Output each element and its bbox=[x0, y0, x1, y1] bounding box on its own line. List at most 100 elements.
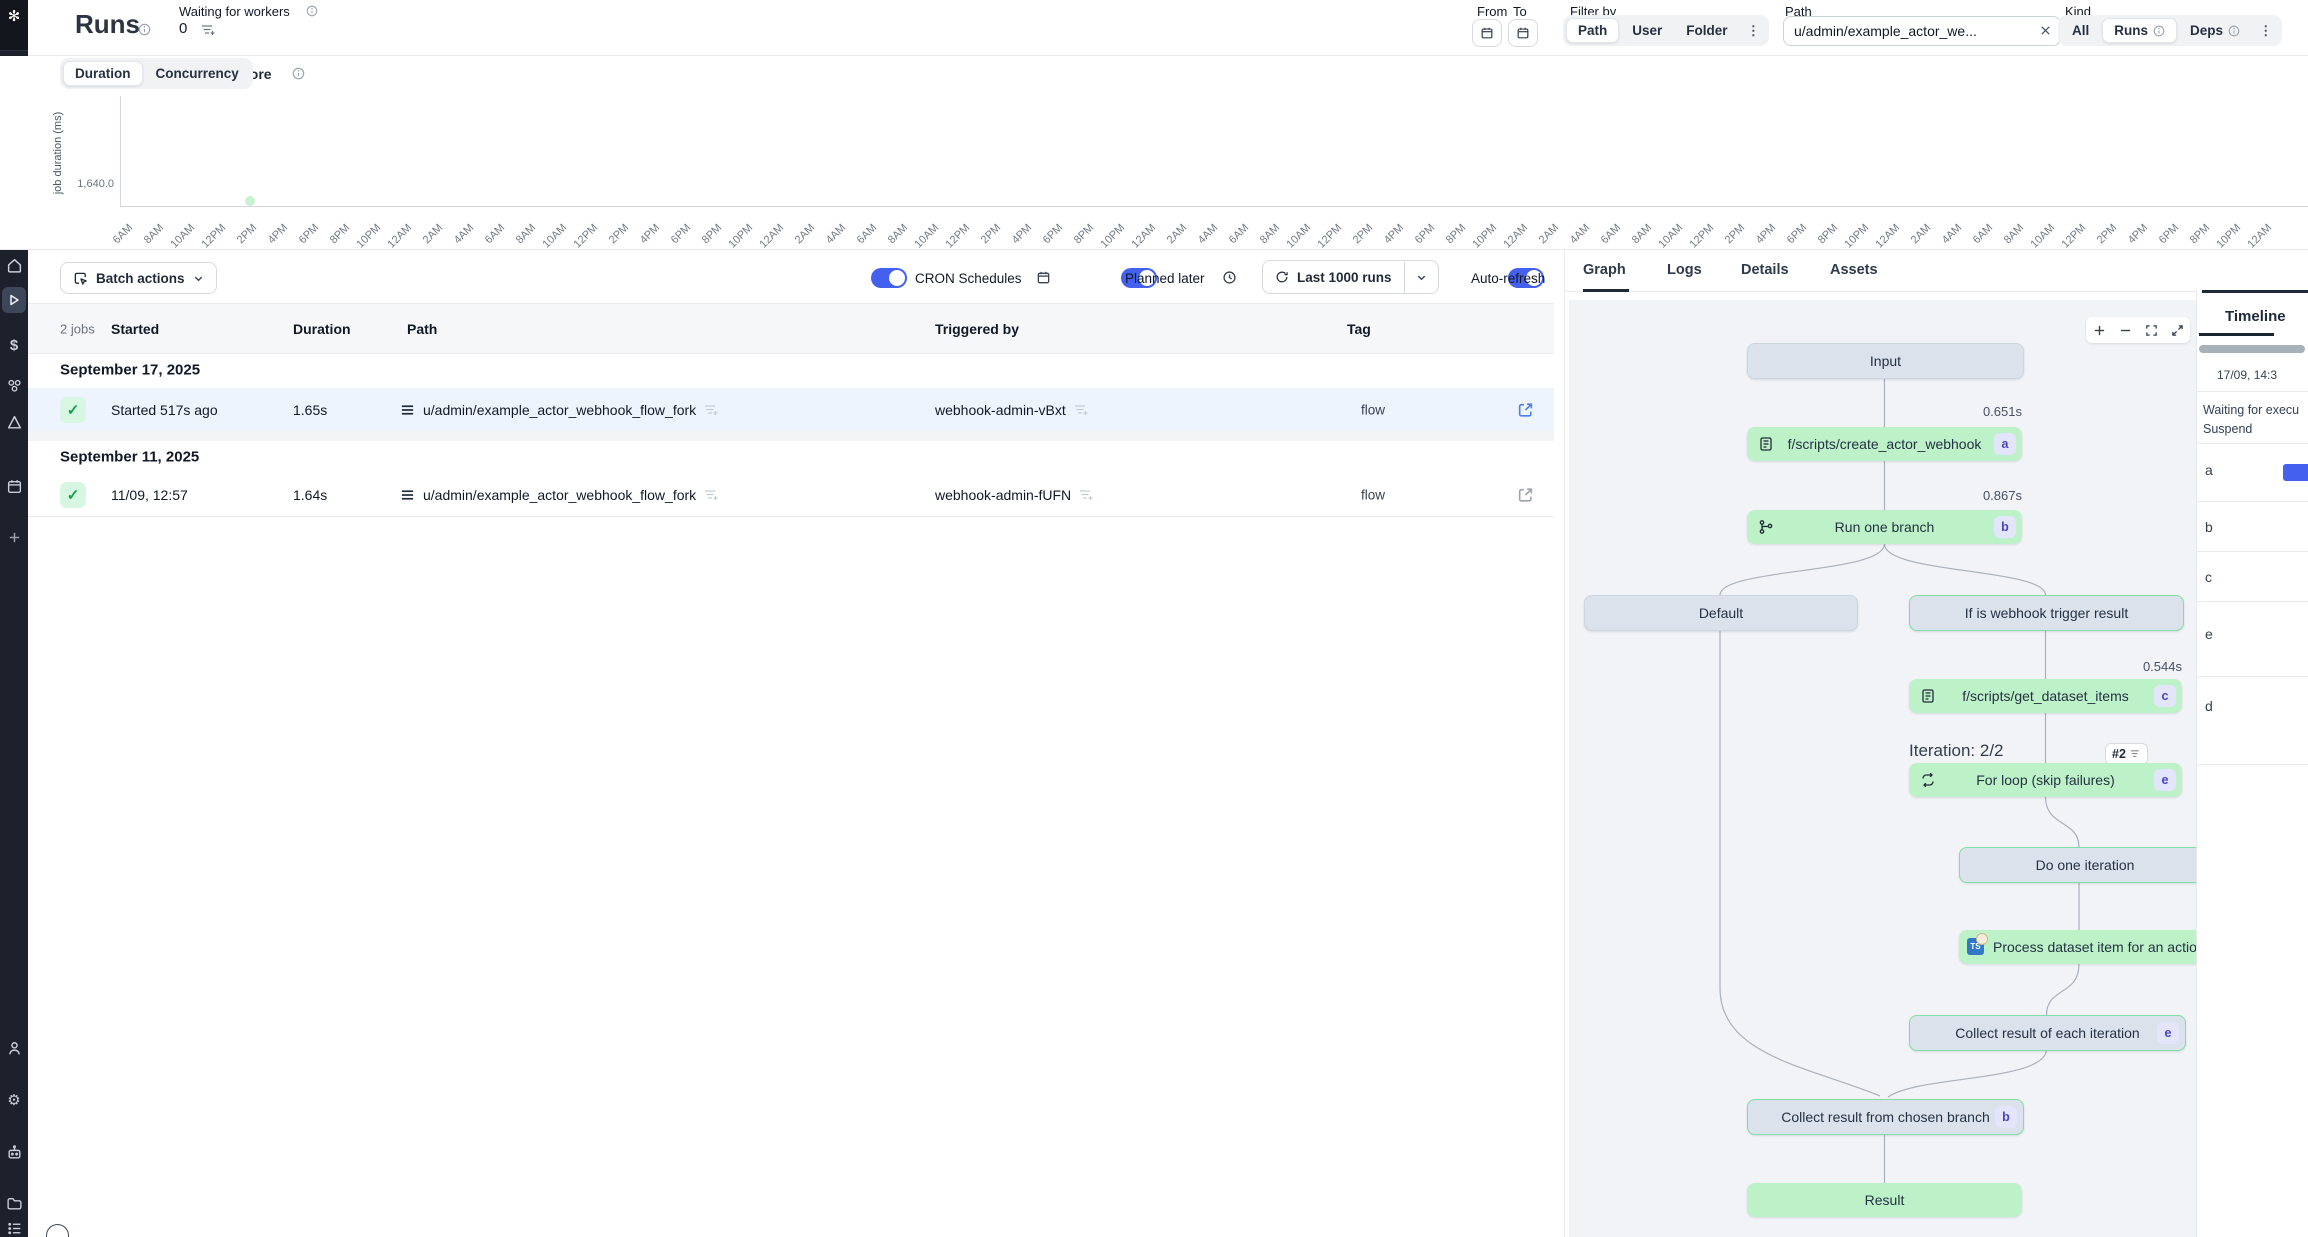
from-date-button[interactable] bbox=[1472, 19, 1502, 47]
timeline-top-bar bbox=[2202, 290, 2308, 293]
tab-details[interactable]: Details bbox=[1741, 262, 1789, 278]
kind-tab-all[interactable]: All bbox=[2061, 19, 2100, 42]
typescript-icon: TS bbox=[1967, 938, 1984, 955]
auto-refresh-label: Auto-refresh bbox=[1471, 271, 1545, 286]
last-runs-chevron[interactable] bbox=[1405, 272, 1438, 283]
filter-by-path-icon[interactable] bbox=[704, 404, 718, 416]
run-tag: flow bbox=[1361, 402, 1385, 417]
user-icon[interactable] bbox=[0, 1040, 28, 1057]
node-b-duration: 0.867s bbox=[1822, 488, 2022, 503]
timeline-title[interactable]: Timeline bbox=[2225, 308, 2286, 325]
col-path: Path bbox=[407, 321, 437, 337]
run-path[interactable]: u/admin/example_actor_webhook_flow_fork bbox=[423, 402, 696, 418]
fit-view-icon[interactable] bbox=[2145, 324, 2158, 337]
filter-by-trigger-icon[interactable] bbox=[1074, 404, 1088, 416]
legend-waiting: Waiting for execu bbox=[2203, 403, 2299, 417]
kind-tab-runs[interactable]: Runs bbox=[2102, 18, 2177, 43]
run-row[interactable]: ✓ 11/09, 12:57 1.64s u/admin/example_act… bbox=[28, 473, 1554, 517]
runs-info-icon[interactable] bbox=[138, 23, 151, 36]
date-group-row: September 11, 2025 bbox=[28, 441, 1554, 474]
from-label: From bbox=[1477, 4, 1507, 19]
node-process-dataset-item[interactable]: TS Process dataset item for an action bbox=[1959, 930, 2196, 964]
run-data-point[interactable] bbox=[245, 196, 255, 206]
load-more-info-icon[interactable] bbox=[292, 67, 305, 80]
open-run-icon[interactable] bbox=[1517, 486, 1534, 503]
group-separator bbox=[28, 431, 1554, 441]
cron-schedules-toggle[interactable] bbox=[871, 268, 907, 288]
node-branch-if[interactable]: If is webhook trigger result bbox=[1909, 595, 2184, 631]
last-runs-label: Last 1000 runs bbox=[1297, 270, 1392, 285]
waiting-workers-count: 0 bbox=[179, 20, 187, 37]
filter-by-path-icon[interactable] bbox=[704, 489, 718, 501]
node-create-actor-webhook[interactable]: f/scripts/create_actor_webhook a bbox=[1747, 427, 2022, 461]
cron-calendar-icon bbox=[1036, 270, 1051, 285]
filter-by-segmented: Path User Folder ⋮ bbox=[1563, 15, 1769, 46]
workers-robot-icon[interactable] bbox=[0, 1144, 28, 1161]
node-for-loop[interactable]: For loop (skip failures) e bbox=[1909, 763, 2182, 797]
clear-path-icon[interactable] bbox=[2039, 24, 2052, 37]
flow-graph-canvas[interactable]: Input 0.651s f/scripts/create_actor_webh… bbox=[1569, 300, 2196, 1237]
waiting-workers-info-icon[interactable] bbox=[306, 5, 318, 17]
home-icon[interactable] bbox=[0, 257, 28, 274]
zoom-in-icon[interactable] bbox=[2093, 324, 2106, 337]
sidebar-item-runs[interactable] bbox=[2, 287, 26, 313]
tab-graph[interactable]: Graph bbox=[1583, 262, 1626, 278]
audit-list-icon[interactable] bbox=[0, 1220, 28, 1237]
expand-icon[interactable] bbox=[2171, 324, 2184, 337]
run-row-selected[interactable]: ✓ Started 517s ago 1.65s u/admin/example… bbox=[28, 388, 1554, 432]
last-runs-button[interactable]: Last 1000 runs bbox=[1262, 260, 1439, 294]
filter-tab-folder[interactable]: Folder bbox=[1675, 19, 1738, 42]
timeline-bar-a[interactable] bbox=[2283, 464, 2308, 481]
zoom-out-icon[interactable] bbox=[2119, 324, 2132, 337]
node-input[interactable]: Input bbox=[1747, 343, 2024, 379]
tab-duration[interactable]: Duration bbox=[63, 61, 143, 86]
waiting-filter-icon[interactable] bbox=[201, 24, 215, 36]
kind-more-menu-icon[interactable]: ⋮ bbox=[2253, 19, 2279, 43]
folders-icon[interactable] bbox=[0, 1195, 28, 1212]
batch-actions-button[interactable]: Batch actions bbox=[60, 262, 217, 294]
windmill-logo-icon[interactable]: ✻ bbox=[0, 8, 28, 25]
run-triggered-by[interactable]: webhook-admin-fUFN bbox=[935, 487, 1071, 503]
open-run-icon[interactable] bbox=[1517, 401, 1534, 418]
node-run-one-branch[interactable]: Run one branch b bbox=[1747, 510, 2022, 544]
col-duration: Duration bbox=[293, 321, 351, 337]
iteration-selector[interactable]: #2 bbox=[2105, 743, 2148, 765]
timeline-row-c: c bbox=[2205, 569, 2212, 585]
timeline-date: 17/09, 14:3 bbox=[2217, 368, 2308, 382]
filter-tab-path[interactable]: Path bbox=[1566, 18, 1619, 43]
timeline-scrollbar[interactable] bbox=[2199, 345, 2305, 353]
resources-icon[interactable] bbox=[0, 377, 28, 394]
step-badge: a bbox=[1994, 433, 2016, 455]
group-date: September 11, 2025 bbox=[60, 449, 199, 466]
run-path[interactable]: u/admin/example_actor_webhook_flow_fork bbox=[423, 487, 696, 503]
filter-more-menu-icon[interactable]: ⋮ bbox=[1741, 19, 1767, 43]
filter-tab-user[interactable]: User bbox=[1621, 19, 1673, 42]
waiting-workers-label: Waiting for workers bbox=[179, 4, 290, 19]
node-collect-each-iteration[interactable]: Collect result of each iteration e bbox=[1909, 1015, 2186, 1051]
to-date-button[interactable] bbox=[1508, 19, 1538, 47]
chevron-down-icon bbox=[193, 273, 204, 284]
node-do-one-iteration[interactable]: Do one iteration bbox=[1959, 847, 2196, 883]
loop-icon bbox=[1920, 772, 1936, 788]
path-input[interactable]: u/admin/example_actor_we... bbox=[1783, 16, 2061, 46]
settings-gear-icon[interactable]: ⚙ bbox=[0, 1092, 28, 1109]
add-plus-icon[interactable] bbox=[0, 530, 28, 545]
schedules-calendar-icon[interactable] bbox=[0, 478, 28, 495]
node-branch-default[interactable]: Default bbox=[1584, 595, 1858, 631]
tab-concurrency[interactable]: Concurrency bbox=[145, 62, 250, 85]
filter-by-trigger-icon[interactable] bbox=[1079, 489, 1093, 501]
tab-assets[interactable]: Assets bbox=[1830, 262, 1878, 278]
date-group-row: September 17, 2025 bbox=[28, 352, 1554, 389]
timeline-row-b: b bbox=[2205, 519, 2213, 535]
variables-dollar-icon[interactable]: $ bbox=[0, 337, 28, 354]
triggers-icon[interactable] bbox=[0, 414, 28, 431]
run-triggered-by[interactable]: webhook-admin-vBxt bbox=[935, 402, 1066, 418]
active-tab-indicator bbox=[1583, 289, 1629, 292]
planned-later-label: Planned later bbox=[1125, 271, 1205, 286]
node-get-dataset-items[interactable]: f/scripts/get_dataset_items c bbox=[1909, 679, 2182, 713]
node-collect-from-branch[interactable]: Collect result from chosen branch b bbox=[1747, 1099, 2024, 1135]
tab-logs[interactable]: Logs bbox=[1667, 262, 1702, 278]
kind-tab-deps[interactable]: Deps bbox=[2179, 19, 2251, 42]
help-button[interactable] bbox=[46, 1224, 69, 1237]
node-result[interactable]: Result bbox=[1747, 1183, 2022, 1217]
